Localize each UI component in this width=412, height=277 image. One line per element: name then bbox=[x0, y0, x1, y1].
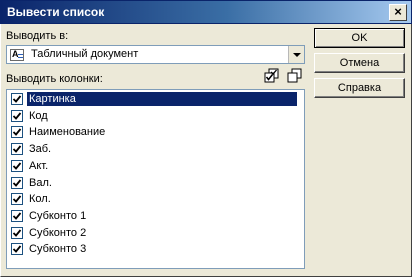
list-item[interactable]: Заб. bbox=[8, 141, 303, 157]
list-item[interactable]: Кол. bbox=[8, 191, 303, 207]
close-button[interactable]: × bbox=[389, 4, 407, 21]
column-label: Заб. bbox=[29, 143, 52, 156]
close-icon: × bbox=[394, 4, 402, 19]
column-label: Субконто 2 bbox=[29, 226, 87, 239]
column-label: Кол. bbox=[29, 193, 51, 206]
window-title: Вывести список bbox=[7, 5, 105, 19]
check-all-icon[interactable] bbox=[263, 67, 281, 85]
output-dropdown[interactable]: A Табличный документ bbox=[6, 45, 305, 64]
column-checkbox[interactable] bbox=[11, 143, 23, 156]
column-label: Вал. bbox=[29, 176, 52, 189]
columns-list[interactable]: Картинка Код Наименование Заб. Акт. Вал. Кол. С… bbox=[6, 89, 305, 269]
column-checkbox[interactable] bbox=[11, 243, 23, 256]
list-item[interactable]: Акт. bbox=[8, 158, 303, 174]
column-checkbox[interactable] bbox=[11, 193, 23, 206]
list-item[interactable]: Субконто 3 bbox=[8, 241, 303, 257]
cancel-button[interactable]: Отмена bbox=[314, 53, 405, 73]
list-item[interactable]: Картинка bbox=[8, 91, 303, 107]
column-checkbox[interactable] bbox=[11, 209, 23, 222]
column-label: Картинка bbox=[27, 92, 297, 106]
column-checkbox[interactable] bbox=[11, 126, 23, 139]
title-bar: Вывести список × bbox=[0, 0, 412, 24]
list-item[interactable]: Наименование bbox=[8, 124, 303, 140]
uncheck-all-icon[interactable] bbox=[286, 67, 304, 85]
ok-button[interactable]: OK bbox=[314, 28, 405, 48]
column-checkbox[interactable] bbox=[11, 226, 23, 239]
help-button[interactable]: Справка bbox=[314, 78, 405, 98]
column-label: Субконто 3 bbox=[29, 243, 87, 256]
column-label: Код bbox=[29, 109, 48, 122]
list-item[interactable]: Субконто 2 bbox=[8, 225, 303, 241]
column-label: Субконто 1 bbox=[29, 209, 87, 222]
column-checkbox[interactable] bbox=[11, 159, 23, 172]
list-item[interactable]: Субконто 1 bbox=[8, 208, 303, 224]
output-dropdown-value: Табличный документ bbox=[31, 48, 139, 60]
spreadsheet-doc-icon: A bbox=[10, 49, 24, 61]
column-label: Акт. bbox=[29, 159, 49, 172]
column-label: Наименование bbox=[29, 126, 106, 139]
list-item[interactable]: Код bbox=[8, 108, 303, 124]
list-item[interactable]: Вал. bbox=[8, 175, 303, 191]
column-checkbox[interactable] bbox=[11, 176, 23, 189]
output-label: Выводить в: bbox=[6, 30, 69, 42]
chevron-down-icon[interactable] bbox=[288, 46, 304, 63]
column-checkbox[interactable] bbox=[11, 109, 23, 122]
column-checkbox[interactable] bbox=[11, 93, 23, 105]
columns-label: Выводить колонки: bbox=[6, 73, 103, 85]
